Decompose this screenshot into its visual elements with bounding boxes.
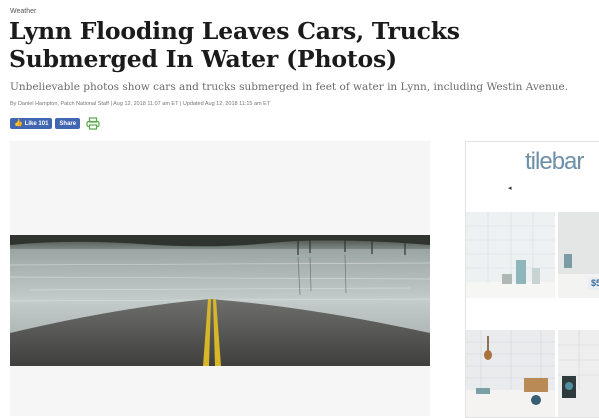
ad-product-tile[interactable]	[558, 330, 599, 417]
social-share-bar: 👍 Like 101 Share	[10, 117, 100, 130]
like-label: Like 101	[24, 120, 49, 127]
tilebar-advertisement[interactable]: tilebar ◂ $5	[465, 141, 599, 418]
printer-icon[interactable]	[86, 117, 100, 130]
flood-photo[interactable]	[10, 235, 430, 366]
thumbs-up-icon: 👍	[14, 120, 23, 127]
article-byline: By Daniel Hampton, Patch National Staff …	[10, 101, 271, 107]
facebook-share-button[interactable]: Share	[55, 118, 81, 129]
facebook-like-button[interactable]: 👍 Like 101	[10, 118, 53, 129]
ad-product-tile[interactable]	[466, 330, 555, 417]
carousel-prev-arrow-icon[interactable]: ◂	[508, 184, 512, 192]
article-category[interactable]: Weather	[10, 8, 36, 15]
shelf-decor-image	[558, 330, 599, 417]
share-label: Share	[59, 120, 77, 127]
price-badge: $5	[588, 277, 599, 290]
tile-backsplash-image	[466, 330, 555, 417]
article-media	[10, 141, 430, 416]
tilebar-logo: tilebar	[525, 148, 584, 175]
article-subheadline: Unbelievable photos show cars and trucks…	[10, 81, 569, 93]
flooded-road-image	[10, 235, 430, 366]
kitchen-tile-image	[466, 212, 555, 298]
article-headline: Lynn Flooding Leaves Cars, Trucks Submer…	[9, 17, 460, 73]
ad-product-tile[interactable]	[466, 212, 555, 298]
